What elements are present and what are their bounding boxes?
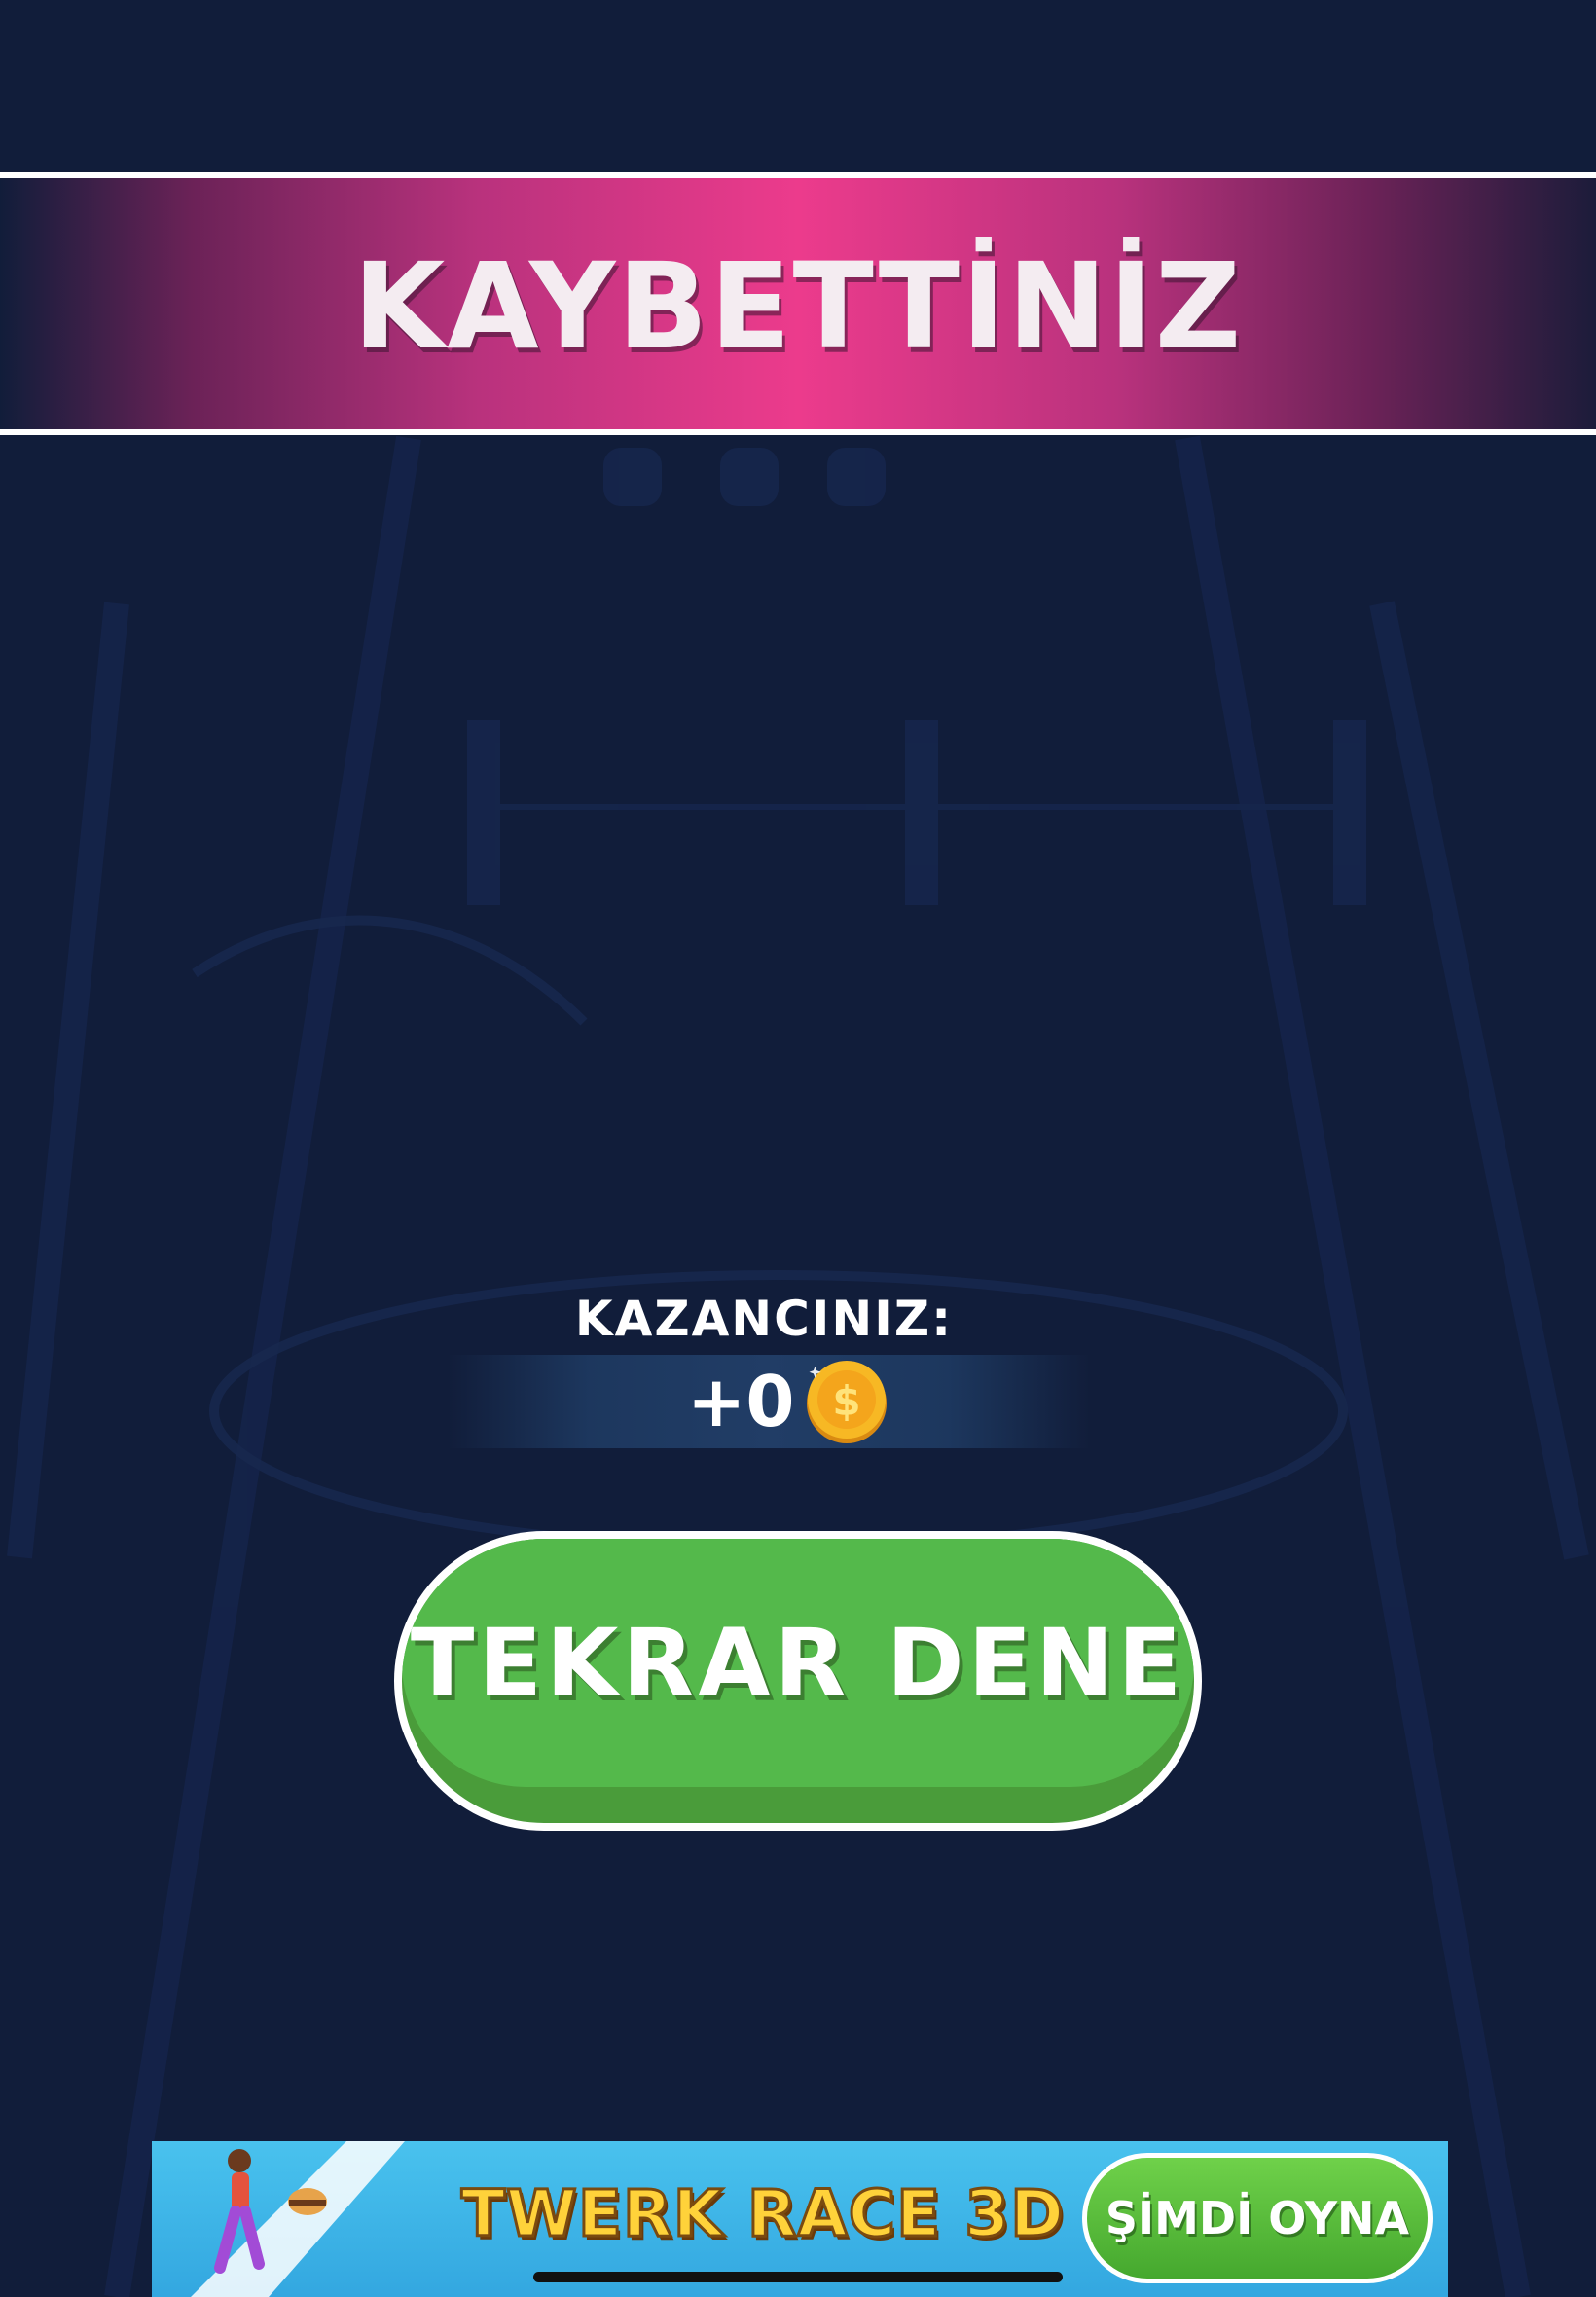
retry-button-label: TEKRAR DENE xyxy=(410,1608,1186,1718)
ad-runner-image xyxy=(191,2141,405,2297)
earnings-label: KAZANCINIZ: xyxy=(574,1291,954,1347)
game-over-screen: KAYBETTİNİZ KAZANCINIZ: +0 $ TEKRAR DENE… xyxy=(0,0,1596,2297)
ad-title: TWERK RACE 3D xyxy=(460,2175,1066,2253)
earnings-value: +0 xyxy=(687,1361,795,1442)
retry-button[interactable]: TEKRAR DENE xyxy=(394,1531,1202,1831)
result-banner: KAYBETTİNİZ xyxy=(0,172,1596,435)
ad-play-label: ŞİMDİ OYNA xyxy=(1087,2158,1428,2279)
coin-icon: $ xyxy=(807,1361,887,1443)
home-indicator[interactable] xyxy=(533,2272,1063,2282)
svg-text:$: $ xyxy=(832,1377,860,1425)
ad-play-button[interactable]: ŞİMDİ OYNA xyxy=(1082,2153,1433,2283)
retry-button-body: TEKRAR DENE xyxy=(402,1539,1194,1823)
result-title: KAYBETTİNİZ xyxy=(352,237,1244,376)
